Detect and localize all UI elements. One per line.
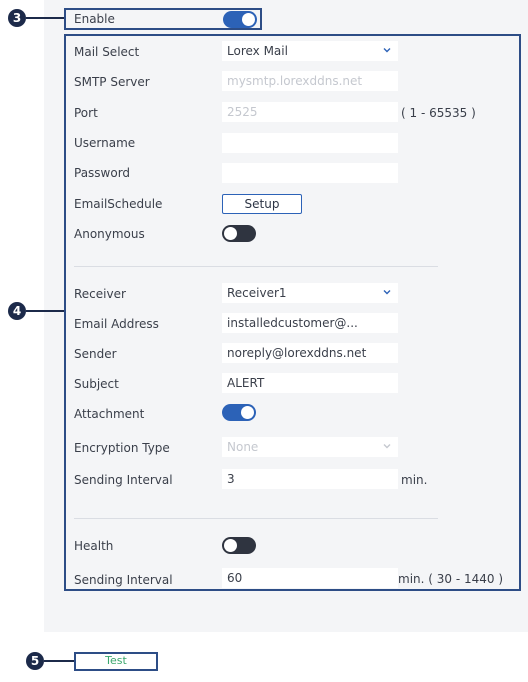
attachment-label: Attachment [74, 407, 145, 421]
chevron-down-icon [383, 48, 391, 53]
health-sending-interval-input[interactable]: 60 [222, 568, 398, 588]
toggle-knob [242, 13, 255, 26]
health-label: Health [74, 539, 114, 553]
enable-label: Enable [74, 12, 115, 26]
port-field: 2525 [222, 102, 398, 122]
receiver-label: Receiver [74, 287, 126, 301]
encryption-type-label: Encryption Type [74, 441, 170, 455]
health-toggle[interactable] [222, 537, 256, 554]
chevron-down-icon [383, 444, 391, 449]
callout-line-5 [44, 660, 74, 662]
smtp-server-field: mysmtp.lorexddns.net [222, 71, 398, 91]
toggle-knob [224, 227, 237, 240]
subject-label: Subject [74, 377, 119, 391]
sender-input[interactable]: noreply@lorexddns.net [222, 343, 398, 363]
attachment-toggle[interactable] [222, 404, 256, 421]
sending-interval-unit: min. [401, 473, 428, 487]
port-range: ( 1 - 65535 ) [401, 106, 476, 120]
port-label: Port [74, 106, 98, 120]
subject-input[interactable]: ALERT [222, 373, 398, 393]
anonymous-toggle[interactable] [222, 225, 256, 242]
password-label: Password [74, 166, 131, 180]
callout-line-4 [26, 310, 64, 312]
mail-select-label: Mail Select [74, 45, 140, 59]
test-button[interactable]: Test [77, 654, 155, 669]
smtp-server-label: SMTP Server [74, 75, 150, 89]
callout-badge-5: 5 [26, 652, 44, 670]
callout-badge-4: 4 [8, 302, 26, 320]
chevron-down-icon [383, 290, 391, 295]
anonymous-label: Anonymous [74, 227, 145, 241]
callout-badge-3: 3 [8, 9, 26, 27]
email-schedule-label: EmailSchedule [74, 197, 163, 211]
mail-select-value: Lorex Mail [227, 44, 288, 58]
email-address-label: Email Address [74, 317, 159, 331]
password-input[interactable] [222, 163, 398, 183]
toggle-knob [241, 406, 254, 419]
receiver-dropdown[interactable]: Receiver1 [222, 283, 398, 303]
username-input[interactable] [222, 133, 398, 153]
sender-label: Sender [74, 347, 117, 361]
email-address-input[interactable]: installedcustomer@... [222, 313, 398, 333]
enable-toggle[interactable] [223, 11, 257, 28]
receiver-value: Receiver1 [227, 286, 287, 300]
sending-interval-input[interactable]: 3 [222, 469, 398, 489]
toggle-knob [224, 539, 237, 552]
section-divider [74, 266, 438, 267]
section-divider [74, 518, 438, 519]
mail-select-dropdown[interactable]: Lorex Mail [222, 41, 398, 61]
username-label: Username [74, 136, 136, 150]
encryption-type-dropdown: None [222, 437, 398, 457]
health-sending-interval-unit: min. ( 30 - 1440 ) [398, 572, 504, 586]
sending-interval-label: Sending Interval [74, 473, 173, 487]
setup-button[interactable]: Setup [222, 194, 302, 214]
health-sending-interval-label: Sending Interval [74, 573, 173, 587]
encryption-type-value: None [227, 440, 259, 454]
callout-line-3 [26, 17, 64, 19]
